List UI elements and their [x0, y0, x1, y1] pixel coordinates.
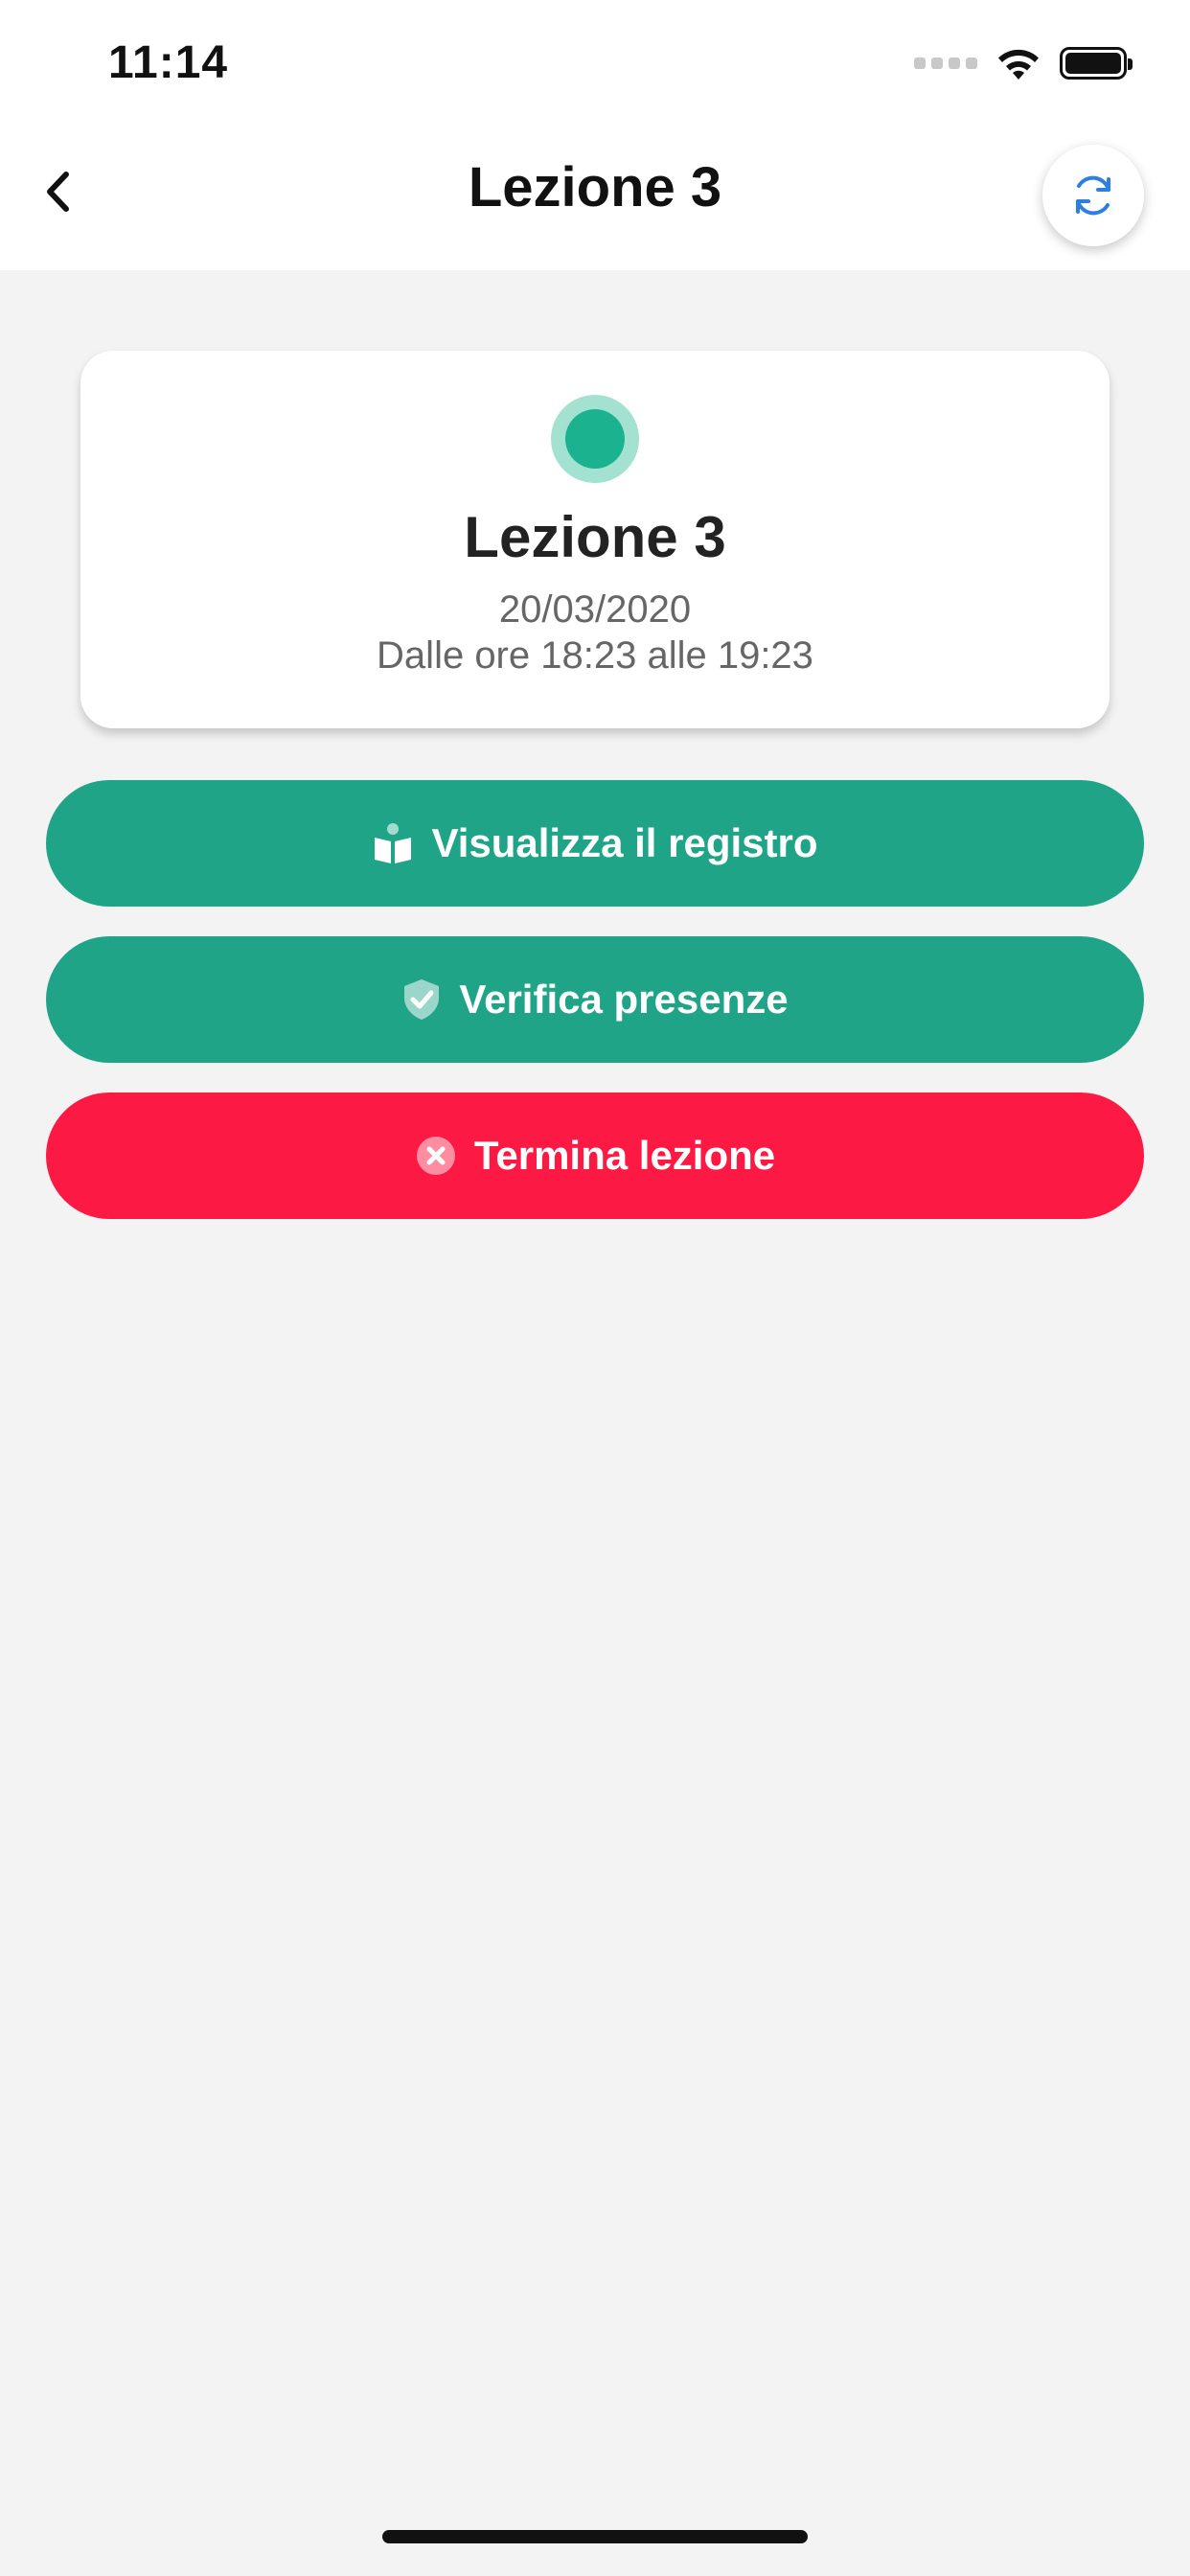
view-register-label: Visualizza il registro	[431, 820, 818, 865]
end-lesson-button[interactable]: Termina lezione	[46, 1092, 1144, 1219]
lesson-date: 20/03/2020	[498, 588, 692, 631]
lesson-hours: Dalle ore 18:23 alle 19:23	[377, 634, 813, 677]
close-circle-icon	[415, 1135, 457, 1177]
home-indicator[interactable]	[382, 2530, 808, 2543]
book-reader-icon	[372, 821, 414, 865]
lesson-card: Lezione 3 20/03/2020 Dalle ore 18:23 all…	[80, 351, 1110, 728]
end-lesson-label: Termina lezione	[473, 1133, 776, 1178]
refresh-button[interactable]	[1042, 145, 1144, 246]
signal-dots-icon	[914, 58, 977, 69]
refresh-icon	[1076, 175, 1110, 216]
page-title: Lezione 3	[468, 156, 722, 218]
nav-bar: Lezione 3	[0, 126, 1190, 270]
battery-icon	[1060, 47, 1133, 80]
view-register-button[interactable]: Visualizza il registro	[46, 780, 1144, 907]
status-bar: 11:14	[0, 0, 1190, 126]
lesson-title: Lezione 3	[464, 505, 726, 569]
status-time: 11:14	[108, 37, 229, 88]
status-icons	[914, 44, 1133, 82]
verify-attendance-button[interactable]: Verifica presenze	[46, 936, 1144, 1063]
shield-check-icon	[401, 978, 442, 1022]
wifi-icon	[998, 49, 1039, 80]
lesson-status-indicator	[551, 395, 639, 483]
verify-attendance-label: Verifica presenze	[459, 977, 789, 1022]
